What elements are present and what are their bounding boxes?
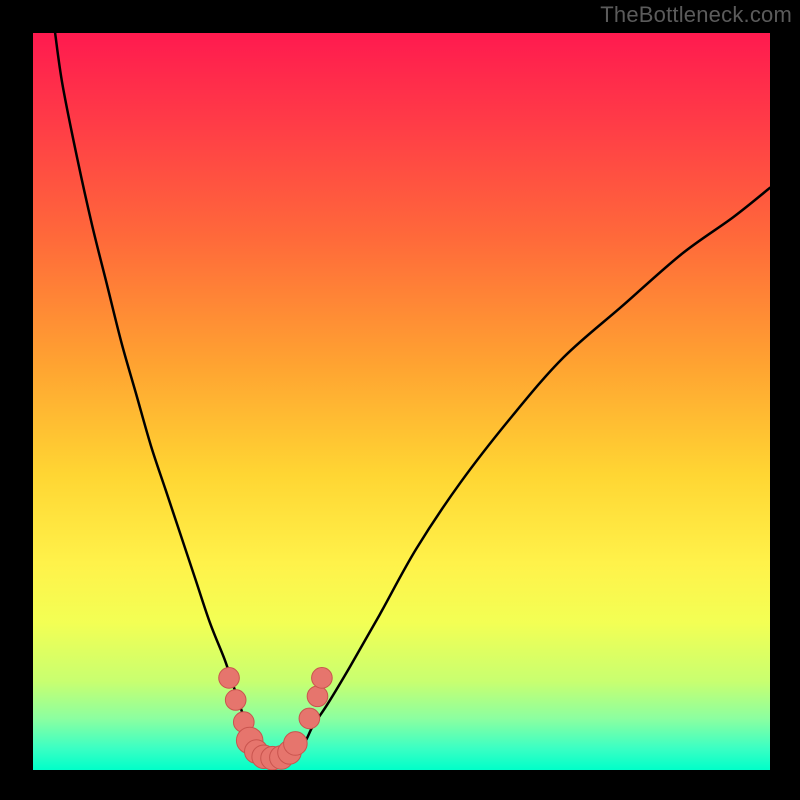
chart-svg [33,33,770,770]
marker-point [312,668,333,689]
watermark-text: TheBottleneck.com [600,2,792,28]
curve-left-curve [55,33,261,755]
marker-point [219,668,240,689]
chart-frame: TheBottleneck.com [0,0,800,800]
marker-point [284,732,308,756]
marker-point [225,690,246,711]
marker-point [307,686,328,707]
plot-area [33,33,770,770]
curve-right-curve [291,188,770,755]
marker-point [299,708,320,729]
